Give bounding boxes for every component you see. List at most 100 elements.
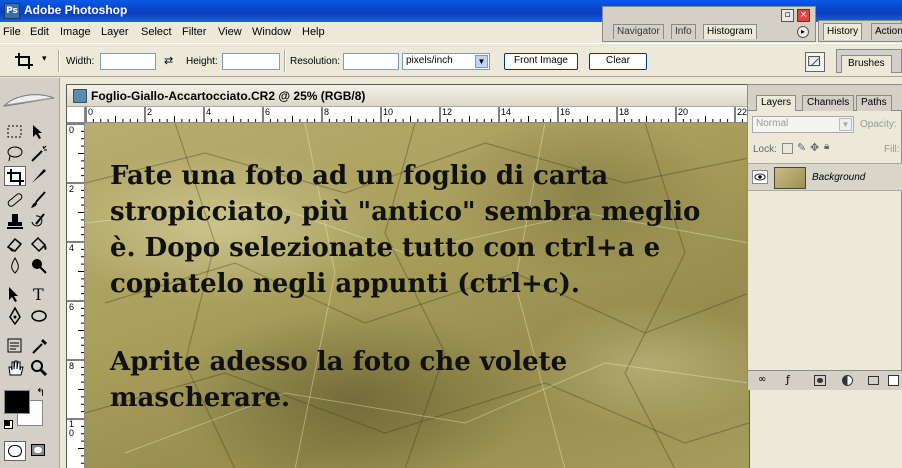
hand-tool-icon[interactable] <box>4 358 26 378</box>
palette-menu-icon[interactable]: ▸ <box>797 26 809 38</box>
canvas-text-line: mascherare. <box>110 383 291 413</box>
zoom-tool-icon[interactable] <box>28 358 50 378</box>
menu-layer[interactable]: Layer <box>101 26 129 38</box>
close-icon[interactable]: × <box>797 9 810 22</box>
divider <box>284 50 286 72</box>
crop-tool-icon[interactable] <box>4 166 26 186</box>
tab-layers[interactable]: Layers <box>756 95 797 111</box>
layer-style-icon[interactable]: ƒ <box>786 373 790 386</box>
marquee-tool-icon[interactable] <box>4 122 26 142</box>
menu-select[interactable]: Select <box>141 26 172 38</box>
width-label: Width: <box>66 56 95 67</box>
ruler-origin[interactable] <box>67 107 85 123</box>
default-colors-icon[interactable] <box>4 420 13 429</box>
tab-navigator[interactable]: Navigator <box>613 24 664 39</box>
v-ruler-label: 6 <box>69 302 75 312</box>
notes-tool-icon[interactable] <box>4 336 26 356</box>
resolution-label: Resolution: <box>290 56 341 67</box>
move-tool-icon[interactable] <box>28 122 50 142</box>
menu-image[interactable]: Image <box>60 26 91 38</box>
link-layers-icon[interactable]: ∞ <box>758 374 766 385</box>
chevron-down-icon[interactable]: ▼ <box>475 55 488 68</box>
tab-info[interactable]: Info <box>671 24 696 39</box>
palette-well-icon[interactable] <box>805 52 825 72</box>
adjustment-layer-icon[interactable] <box>842 375 853 386</box>
tab-brushes[interactable]: Brushes <box>841 55 892 73</box>
horizontal-ruler-ticks <box>85 107 743 122</box>
document-title-bar[interactable]: Foglio-Giallo-Accartocciato.CR2 @ 25% (R… <box>67 85 749 107</box>
magic-wand-icon[interactable] <box>28 144 50 164</box>
image-canvas[interactable]: Fate una foto ad un foglio di carta stro… <box>85 123 749 468</box>
vertical-ruler[interactable]: 0 2 4 6 8 10 <box>67 123 85 468</box>
history-brush-icon[interactable] <box>28 212 50 232</box>
menu-filter[interactable]: Filter <box>182 26 206 38</box>
standard-mode-icon[interactable] <box>4 441 26 461</box>
menu-window[interactable]: Window <box>252 26 291 38</box>
crop-tool-icon[interactable] <box>14 52 36 70</box>
h-ruler-label: 0 <box>88 107 94 117</box>
slice-tool-icon[interactable] <box>28 166 50 186</box>
menu-edit[interactable]: Edit <box>30 26 49 38</box>
lock-image-icon[interactable]: ✎ <box>797 141 806 154</box>
feather-icon[interactable] <box>2 92 56 110</box>
new-layer-icon[interactable] <box>888 375 899 386</box>
v-ruler-label: 2 <box>69 184 75 194</box>
minimize-icon[interactable]: ▫ <box>781 9 794 22</box>
layer-row[interactable]: Background <box>748 163 902 191</box>
height-input[interactable] <box>222 53 280 70</box>
menu-view[interactable]: View <box>218 26 242 38</box>
quick-mask-icon[interactable] <box>28 441 50 461</box>
h-ruler-label: 10 <box>383 107 394 117</box>
eyedropper-icon[interactable] <box>28 336 50 356</box>
resolution-units-select[interactable]: pixels/inch ▼ <box>402 53 490 70</box>
tab-actions[interactable]: Actions <box>871 23 902 40</box>
pen-tool-icon[interactable] <box>4 306 26 326</box>
tab-histogram[interactable]: Histogram <box>703 24 757 39</box>
lasso-tool-icon[interactable] <box>4 144 26 164</box>
h-ruler-label: 16 <box>560 107 571 117</box>
horizontal-ruler[interactable]: 0 2 4 6 8 10 12 14 16 18 20 22 <box>85 107 749 123</box>
h-ruler-label: 2 <box>147 107 153 117</box>
chevron-down-icon[interactable]: ▼ <box>839 118 852 131</box>
layers-bottom-toolbar: ∞ ƒ <box>748 370 902 390</box>
dodge-tool-icon[interactable] <box>28 256 50 276</box>
swap-icon[interactable]: ⇄ <box>164 54 173 67</box>
document-icon <box>73 89 87 103</box>
tab-paths[interactable]: Paths <box>856 95 892 111</box>
front-image-button[interactable]: Front Image <box>504 53 578 70</box>
blur-tool-icon[interactable] <box>4 256 26 276</box>
layer-mask-icon[interactable] <box>814 375 826 386</box>
options-bar: ▾ Width: ⇄ Height: Resolution: pixels/in… <box>0 43 902 77</box>
resolution-input[interactable] <box>343 53 399 70</box>
foreground-color-swatch[interactable] <box>4 390 30 414</box>
brush-tool-icon[interactable] <box>28 190 50 210</box>
tool-preset-dropdown-icon[interactable]: ▾ <box>42 54 47 64</box>
ellipse-tool-icon[interactable] <box>28 306 50 326</box>
clone-stamp-icon[interactable] <box>4 212 26 232</box>
lock-all-icon[interactable]: 🔒︎ <box>824 141 829 152</box>
lock-transparent-icon[interactable] <box>782 143 793 154</box>
menu-file[interactable]: File <box>3 26 21 38</box>
tab-channels[interactable]: Channels <box>802 95 855 111</box>
clear-button[interactable]: Clear <box>589 53 647 70</box>
paint-bucket-icon[interactable] <box>28 234 50 254</box>
v-ruler-label: 10 <box>69 419 75 438</box>
width-input[interactable] <box>100 53 156 70</box>
healing-brush-icon[interactable] <box>4 190 26 210</box>
tab-history[interactable]: History <box>823 23 863 40</box>
svg-text:T: T <box>33 285 44 304</box>
h-ruler-label: 4 <box>206 107 212 117</box>
blend-mode-select[interactable]: Normal ▼ <box>752 116 854 133</box>
new-group-icon[interactable] <box>868 376 879 385</box>
lock-position-icon[interactable]: ✥ <box>810 141 819 154</box>
eye-icon[interactable] <box>752 170 768 184</box>
type-tool-icon[interactable]: T <box>28 284 50 304</box>
eraser-tool-icon[interactable] <box>4 234 26 254</box>
divider <box>58 50 60 72</box>
document-title: Foglio-Giallo-Accartocciato.CR2 @ 25% (R… <box>91 89 366 103</box>
height-label: Height: <box>186 56 218 67</box>
path-selection-icon[interactable] <box>4 284 26 304</box>
swap-colors-icon[interactable]: ↰ <box>36 386 45 399</box>
menu-help[interactable]: Help <box>302 26 325 38</box>
navigator-palette: ▫ × Navigator Info Histogram ▸ <box>602 6 816 42</box>
